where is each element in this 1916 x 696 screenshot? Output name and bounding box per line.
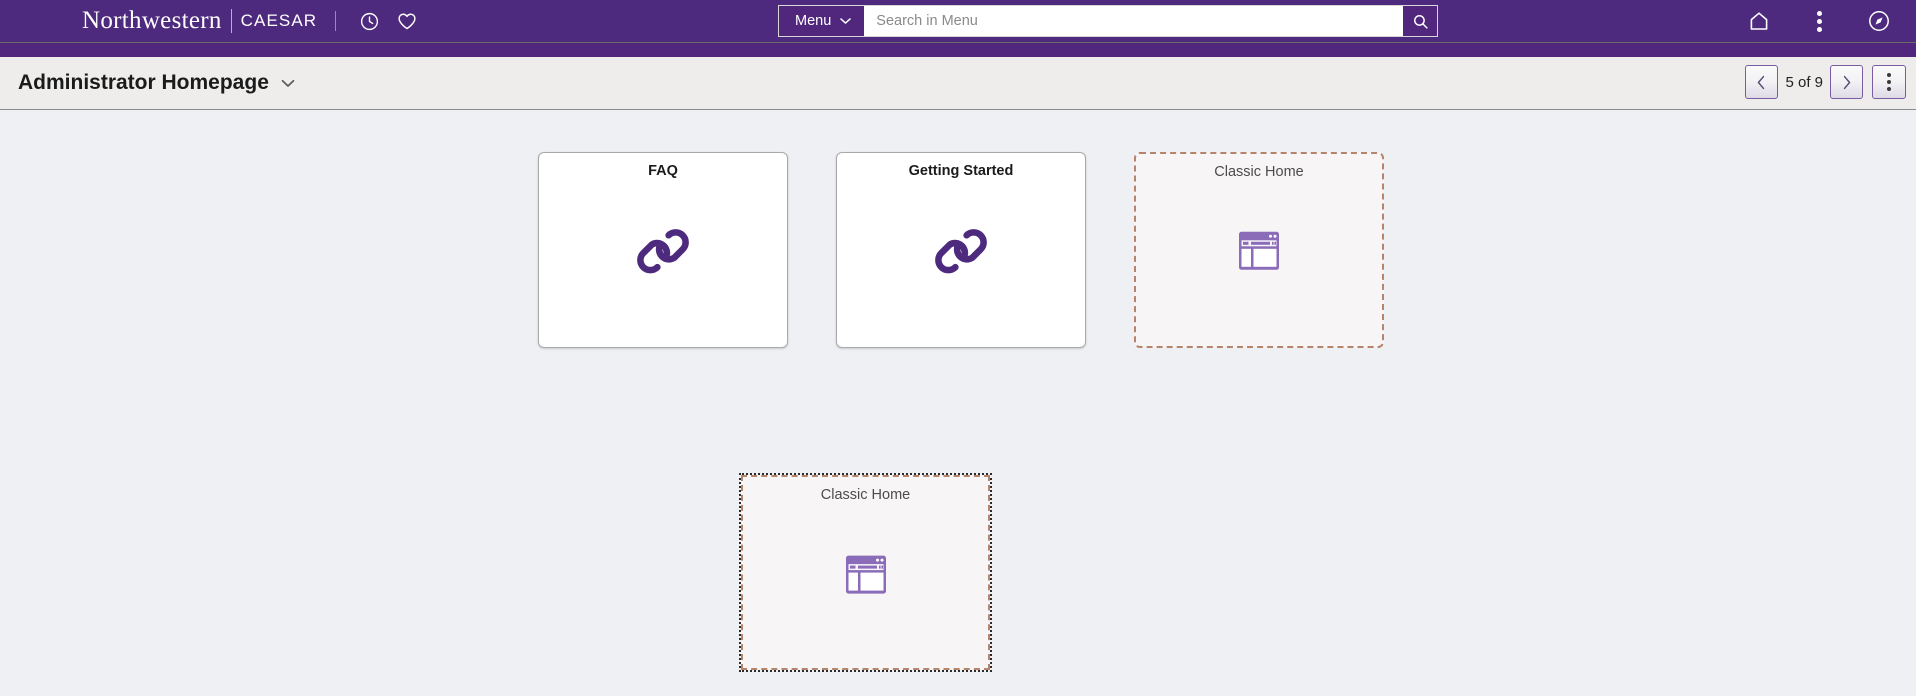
menu-dropdown-button[interactable]: Menu	[779, 6, 865, 36]
tile-classic-home-drop-placeholder[interactable]: Classic Home	[1134, 152, 1384, 348]
page-title-bar: Administrator Homepage 5 of 9	[0, 57, 1916, 110]
page-actions-button[interactable]	[1872, 65, 1906, 99]
menu-dropdown-label: Menu	[795, 13, 832, 29]
favorites-heart-icon[interactable]	[392, 6, 422, 36]
global-header: Northwestern CAESAR Menu	[0, 0, 1916, 42]
tile-title: Classic Home	[1214, 164, 1304, 180]
classic-home-window-icon	[845, 554, 887, 594]
header-right-icons	[1740, 0, 1898, 42]
brand-divider	[230, 9, 232, 33]
more-actions-icon	[1887, 73, 1891, 91]
menu-search-bar: Menu	[778, 5, 1438, 37]
tile-title: Classic Home	[820, 487, 911, 503]
tile-classic-home-dragging[interactable]: Classic Home	[739, 473, 992, 672]
tile-getting-started[interactable]: Getting Started	[836, 152, 1086, 348]
vertical-dots-icon	[1816, 10, 1822, 32]
link-chain-icon	[633, 221, 693, 281]
pager-next-button[interactable]	[1830, 65, 1863, 99]
classic-home-window-icon	[1238, 231, 1280, 271]
tile-title: FAQ	[648, 163, 678, 179]
navbar-compass-icon[interactable]	[1864, 6, 1894, 36]
link-chain-icon	[931, 221, 991, 281]
recent-history-icon[interactable]	[354, 6, 384, 36]
homepage-pager: 5 of 9	[1745, 65, 1906, 99]
pager-count-label: 5 of 9	[1785, 73, 1823, 91]
tile-faq[interactable]: FAQ	[538, 152, 788, 348]
page-title: Administrator Homepage	[18, 71, 269, 94]
page-title-chevron-down-icon[interactable]	[281, 79, 295, 88]
brand-subname: CAESAR	[240, 11, 318, 30]
pager-previous-button[interactable]	[1745, 65, 1779, 99]
search-icon	[1413, 14, 1428, 29]
homepage-tile-grid: FAQ Getting Started Classic Home	[538, 152, 1384, 348]
tile-title: Getting Started	[908, 163, 1014, 179]
search-submit-button[interactable]	[1403, 6, 1437, 36]
home-icon[interactable]	[1744, 6, 1774, 36]
search-input[interactable]	[864, 6, 1403, 36]
header-secondary-stripe	[0, 43, 1916, 57]
brand-name: Northwestern	[82, 7, 222, 34]
brand-logo[interactable]: Northwestern CAESAR	[82, 0, 317, 42]
chevron-down-icon	[840, 18, 852, 24]
actions-list-icon[interactable]	[1804, 6, 1834, 36]
header-divider	[335, 11, 337, 31]
